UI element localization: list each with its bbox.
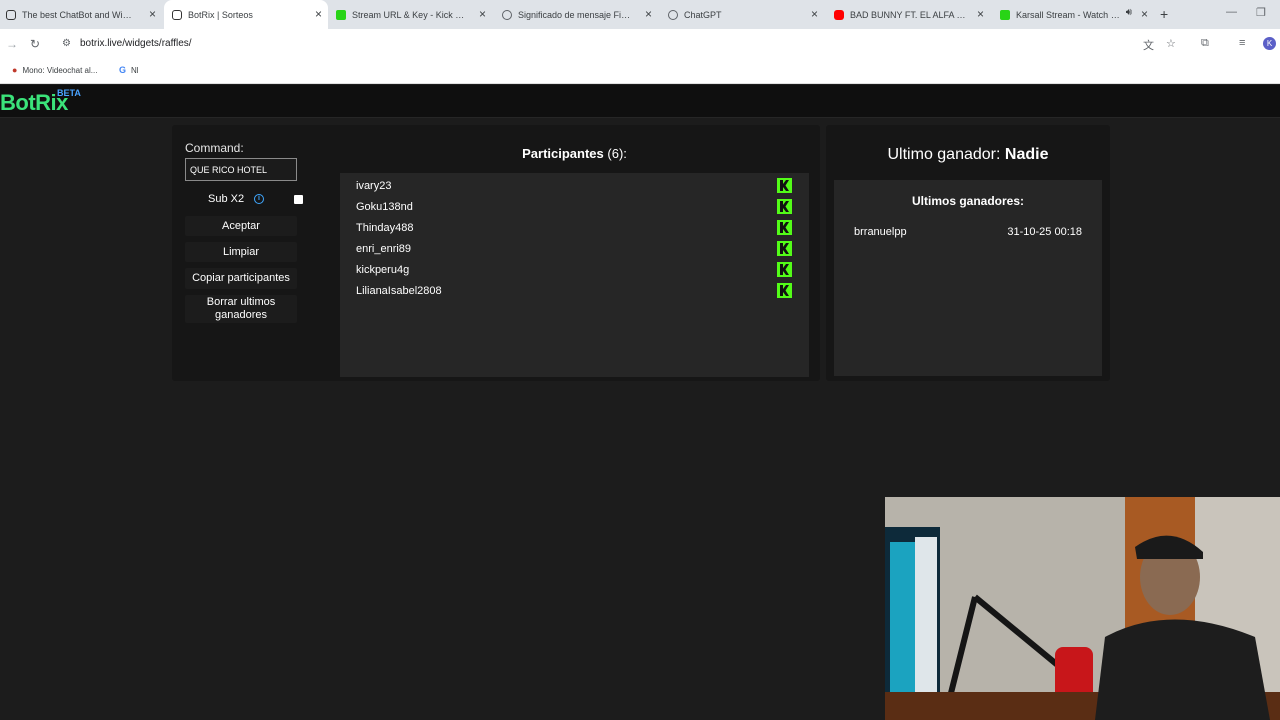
tab-title: BAD BUNNY FT. EL ALFA - LA R	[850, 9, 966, 20]
participant-row: LilianaIsabel2808	[356, 282, 796, 303]
sub-x2-checkbox[interactable]	[294, 195, 303, 204]
youtube-icon	[834, 9, 844, 20]
close-icon[interactable]: ×	[1141, 7, 1148, 21]
browser-tab[interactable]: The best ChatBot and Widgets ×	[0, 0, 162, 29]
globe-icon	[668, 9, 678, 20]
winners-list: Ultimos ganadores: brranuelpp 31-10-25 0…	[834, 180, 1102, 376]
kick-icon	[777, 220, 792, 235]
participant-row: Thinday488	[356, 219, 796, 240]
kick-icon	[336, 9, 346, 20]
participants-title: Participantes (6):	[340, 146, 809, 161]
reload-icon[interactable]: ↻	[30, 37, 40, 51]
browser-tab-strip: The best ChatBot and Widgets × BotRix | …	[0, 0, 1280, 29]
command-label: Command:	[185, 141, 244, 155]
kick-icon	[777, 178, 792, 193]
close-icon[interactable]: ×	[645, 7, 652, 21]
kick-icon	[777, 262, 792, 277]
last-winner-title: Ultimo ganador: Nadie	[836, 146, 1100, 164]
clear-button[interactable]: Limpiar	[185, 242, 297, 262]
delete-winners-button[interactable]: Borrar ultimos ganadores	[185, 295, 297, 323]
browser-tab[interactable]: Karsall Stream - Watch Live 🔊︎ ×	[994, 0, 1154, 29]
new-tab-button[interactable]: +	[1160, 6, 1168, 22]
kick-icon	[777, 283, 792, 298]
browser-tab[interactable]: Stream URL & Key - Kick Dashb ×	[330, 0, 492, 29]
extensions-icon[interactable]: ⧉	[1201, 37, 1209, 50]
sub-x2-label: Sub X2	[208, 193, 245, 205]
address-bar-row: → ↻ ⚙︎ botrix.live/widgets/raffles/ 文 ☆ …	[0, 29, 1280, 59]
command-input[interactable]	[185, 158, 297, 181]
mono-icon: ●	[12, 65, 18, 75]
participant-row: kickperu4g	[356, 261, 796, 282]
participant-row: enri_enri89	[356, 240, 796, 261]
url-field[interactable]: ⚙︎ botrix.live/widgets/raffles/	[56, 33, 1128, 55]
participant-name: kickperu4g	[356, 264, 410, 276]
close-icon[interactable]: ×	[811, 7, 818, 21]
last-winner-value: Nadie	[1004, 146, 1049, 163]
browser-tab[interactable]: Significado de mensaje FiveM ×	[496, 0, 658, 29]
bookmarks-bar: ● Mono: Videochat al... G Nl	[0, 59, 1280, 84]
participant-row: Goku138nd	[356, 198, 796, 219]
beta-badge: BETA	[57, 88, 81, 98]
globe-icon	[502, 9, 512, 20]
tab-title: Karsall Stream - Watch Live	[1016, 9, 1120, 20]
kick-icon	[777, 199, 792, 214]
close-icon[interactable]: ×	[315, 7, 322, 21]
info-icon[interactable]: i	[254, 194, 264, 204]
participant-name: ivary23	[356, 180, 392, 192]
profile-avatar[interactable]: K	[1263, 37, 1276, 50]
participants-count: (6):	[607, 146, 627, 161]
star-icon[interactable]: ☆	[1166, 37, 1176, 50]
translate-icon[interactable]: 文	[1143, 37, 1154, 53]
participant-row: ivary23	[356, 177, 796, 198]
url-text: botrix.live/widgets/raffles/	[80, 38, 192, 49]
tab-title: ChatGPT	[684, 9, 722, 20]
botrix-icon	[6, 9, 16, 20]
site-header: BotRix BETA	[0, 85, 1280, 118]
google-icon: G	[119, 65, 127, 75]
kick-icon	[1000, 9, 1010, 20]
tab-title: Stream URL & Key - Kick Dashb	[352, 9, 468, 20]
close-icon[interactable]: ×	[149, 7, 156, 21]
close-icon[interactable]: ×	[479, 7, 486, 21]
minimize-icon[interactable]: —	[1226, 6, 1237, 18]
forward-icon[interactable]: →	[6, 37, 18, 51]
tab-title: The best ChatBot and Widgets	[22, 9, 134, 20]
tab-title: Significado de mensaje FiveM	[518, 9, 634, 20]
participants-list: ivary23 Goku138nd Thinday488 enri_enri89…	[340, 173, 809, 377]
webcam-feed-image	[885, 497, 1280, 720]
botrix-icon	[172, 9, 182, 20]
participant-name: LilianaIsabel2808	[356, 285, 442, 297]
last-winner-label: Ultimo ganador:	[887, 146, 1001, 163]
participant-name: Goku138nd	[356, 201, 413, 213]
bookmark-item[interactable]: ● Mono: Videochat al...	[12, 65, 97, 75]
participants-title-text: Participantes	[522, 146, 604, 161]
bookmark-item[interactable]: G Nl	[119, 65, 139, 75]
accept-button[interactable]: Aceptar	[185, 216, 297, 236]
close-icon[interactable]: ×	[977, 7, 984, 21]
bookmark-label: Mono: Videochat al...	[22, 65, 98, 75]
media-icon[interactable]: ≡	[1239, 37, 1245, 49]
browser-tab[interactable]: ChatGPT ×	[662, 0, 824, 29]
participant-name: enri_enri89	[356, 243, 412, 255]
browser-tab-active[interactable]: BotRix | Sorteos ×	[164, 0, 328, 29]
participant-name: Thinday488	[356, 222, 414, 234]
site-info-icon[interactable]: ⚙︎	[62, 38, 71, 49]
winner-name: brranuelpp	[854, 226, 907, 238]
tab-title: BotRix | Sorteos	[188, 9, 253, 20]
webcam-overlay	[885, 497, 1280, 720]
winner-date: 31-10-25 00:18	[1007, 226, 1082, 238]
kick-icon	[777, 241, 792, 256]
browser-tab[interactable]: BAD BUNNY FT. EL ALFA - LA R ×	[828, 0, 990, 29]
copy-participants-button[interactable]: Copiar participantes	[185, 268, 297, 289]
speaker-icon[interactable]: 🔊︎	[1126, 7, 1132, 18]
maximize-icon[interactable]: ❐	[1256, 6, 1266, 19]
winners-heading: Ultimos ganadores:	[911, 194, 1025, 208]
bookmark-label: Nl	[131, 65, 139, 75]
